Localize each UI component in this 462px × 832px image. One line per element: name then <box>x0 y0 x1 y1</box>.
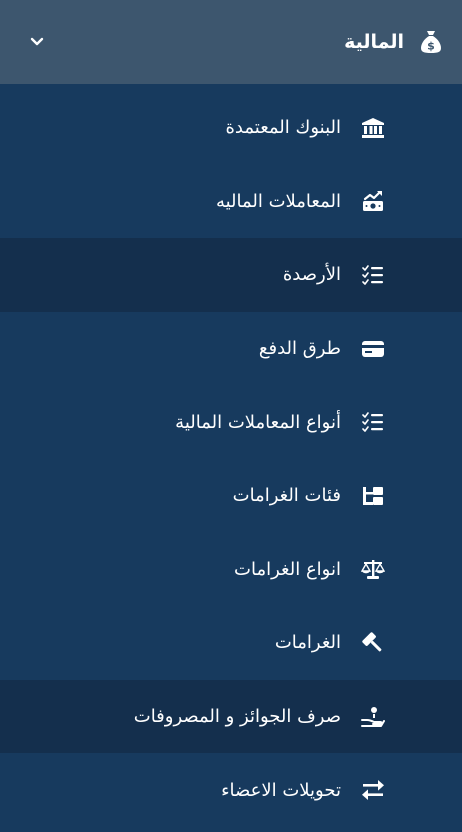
menu-item-member-transfers[interactable]: تحويلات الاعضاء <box>0 753 462 827</box>
svg-text:$: $ <box>427 40 435 53</box>
menu-item-fines[interactable]: الغرامات <box>0 606 462 680</box>
menu-item-payment-methods[interactable]: طرق الدفع <box>0 312 462 386</box>
menu-item-balances[interactable]: الأرصدة <box>0 238 462 312</box>
menu-item-approved-banks[interactable]: البنوك المعتمدة <box>0 91 462 165</box>
menu-item-transaction-types[interactable]: أنواع المعاملات المالية <box>0 385 462 459</box>
menu-item-label: البنوك المعتمدة <box>225 117 342 139</box>
exchange-icon <box>360 777 386 803</box>
menu-item-label: طرق الدفع <box>258 338 341 360</box>
money-bag-icon: $ <box>418 29 444 55</box>
menu-item-label: أنواع المعاملات المالية <box>175 411 341 433</box>
checklist-icon <box>360 409 386 435</box>
category-tree-icon <box>360 483 386 509</box>
credit-card-icon <box>360 336 386 362</box>
finance-submenu: البنوك المعتمدة المعاملات الماليه الأرصد… <box>0 91 462 827</box>
menu-item-fine-types[interactable]: انواع الغرامات <box>0 533 462 607</box>
bank-icon <box>360 115 386 141</box>
menu-item-financial-transactions[interactable]: المعاملات الماليه <box>0 165 462 239</box>
menu-item-label: صرف الجوائز و المصروفات <box>133 706 341 728</box>
scale-icon <box>360 556 386 582</box>
menu-item-label: انواع الغرامات <box>234 558 341 580</box>
menu-item-label: الغرامات <box>274 632 341 654</box>
checklist-icon <box>360 262 386 288</box>
menu-item-fine-categories[interactable]: فئات الغرامات <box>0 459 462 533</box>
menu-item-label: الأرصدة <box>282 264 341 286</box>
finance-menu-header[interactable]: $ المالية <box>0 0 462 84</box>
menu-item-label: فئات الغرامات <box>232 485 341 507</box>
hand-coin-icon <box>360 704 386 730</box>
finance-menu-title: المالية <box>344 31 404 53</box>
money-transactions-icon <box>360 188 386 214</box>
finance-sidebar: $ المالية البنوك المعتمدة المعاملات الما… <box>0 0 462 832</box>
menu-item-label: تحويلات الاعضاء <box>221 779 341 801</box>
chevron-down-icon[interactable] <box>28 33 46 51</box>
menu-item-label: المعاملات الماليه <box>215 190 341 212</box>
gavel-icon <box>360 630 386 656</box>
menu-item-prizes-expenses[interactable]: صرف الجوائز و المصروفات <box>0 679 462 754</box>
